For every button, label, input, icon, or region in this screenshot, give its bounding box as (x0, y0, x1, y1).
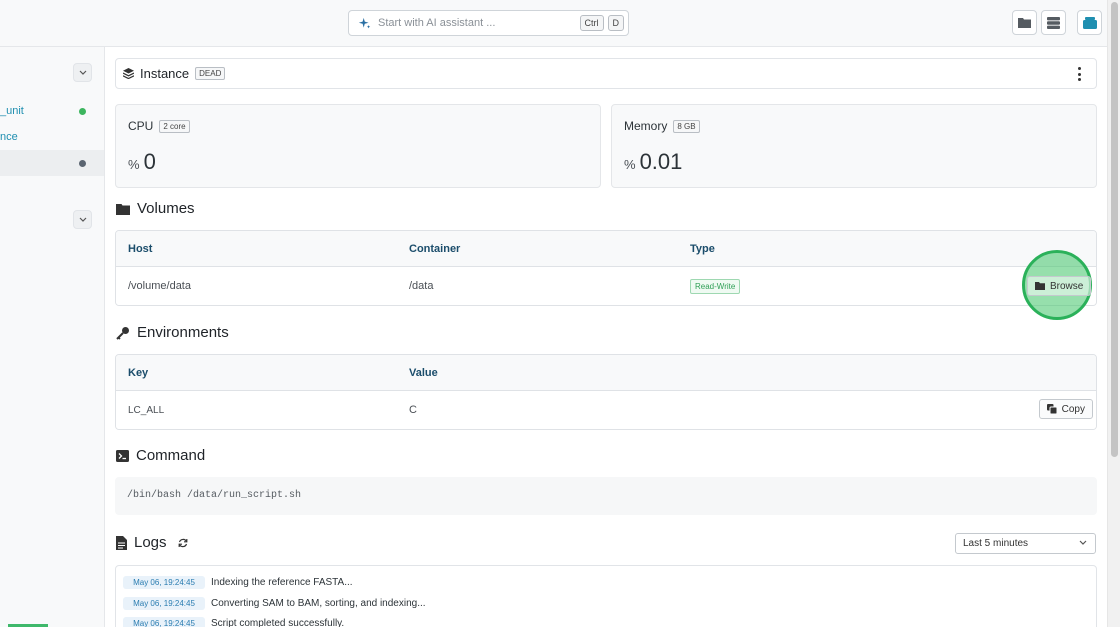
memory-unit: % (624, 157, 636, 172)
env-value: C (409, 404, 417, 416)
scrollbar-thumb[interactable] (1111, 2, 1118, 457)
memory-label: Memory (624, 119, 668, 133)
browse-label: Browse (1050, 280, 1084, 292)
copy-button[interactable]: Copy (1038, 399, 1093, 419)
log-timestamp: May 06, 19:24:45 (123, 576, 205, 589)
shortcut-key-ctrl: Ctrl (579, 15, 604, 31)
logs-title: Logs (134, 534, 167, 551)
volumes-title: Volumes (137, 200, 195, 217)
table-row: /volume/data /data Read-Write (116, 267, 1096, 305)
env-key: LC_ALL (128, 405, 165, 416)
logs-panel: May 06, 19:24:45 Indexing the reference … (115, 565, 1097, 627)
table-row: LC_ALL C Copy (116, 391, 1096, 429)
column-header-key: Key (128, 367, 149, 379)
copy-icon (1046, 404, 1057, 414)
memory-value: 0.01 (639, 149, 683, 174)
sidebar-item-unit[interactable]: _unit (0, 105, 24, 117)
log-entry: May 06, 19:24:45 Converting SAM to BAM, … (123, 597, 426, 610)
page-scrollbar[interactable] (1107, 0, 1120, 627)
refresh-icon[interactable] (178, 538, 188, 548)
terminal-icon (116, 449, 129, 462)
status-dot (79, 160, 86, 167)
storage-button[interactable] (1041, 10, 1066, 35)
layers-icon (123, 68, 134, 79)
column-header-type: Type (690, 243, 715, 255)
file-text-icon (116, 535, 127, 550)
command-section-title: Command (116, 447, 205, 464)
log-timestamp: May 06, 19:24:45 (123, 617, 205, 627)
top-bar: Start with AI assistant ... Ctrl D (0, 0, 1107, 47)
key-icon (116, 326, 129, 340)
instance-status-badge: DEAD (195, 67, 226, 80)
log-range-value: Last 5 minutes (963, 538, 1029, 549)
column-header-host: Host (128, 243, 153, 255)
instance-title: Instance (140, 66, 190, 81)
instance-header: Instance DEAD (115, 58, 1097, 89)
folder-button[interactable] (1012, 10, 1037, 35)
table-header: Host Container Type (116, 231, 1096, 267)
cpu-unit: % (128, 157, 140, 172)
sidebar-item-selected[interactable] (0, 150, 104, 176)
environments-section-title: Environments (116, 324, 229, 341)
table-header: Key Value (116, 355, 1096, 391)
ai-assistant-input[interactable]: Start with AI assistant ... Ctrl D (348, 10, 629, 36)
storage-icon (1047, 16, 1060, 29)
cpu-card: CPU 2 core % 0 (115, 104, 601, 188)
instances-icon (1082, 16, 1097, 29)
cpu-value: 0 (143, 149, 156, 174)
cpu-label: CPU (128, 119, 154, 133)
command-text: /bin/bash /data/run_script.sh (127, 490, 302, 501)
chevron-down-icon (79, 70, 86, 75)
environments-title: Environments (137, 324, 229, 341)
logs-section-title: Logs (116, 534, 188, 551)
log-range-select[interactable]: Last 5 minutes (955, 533, 1096, 554)
column-header-value: Value (409, 367, 438, 379)
copy-label: Copy (1061, 403, 1085, 415)
shortcut-key-d: D (607, 15, 624, 31)
memory-card: Memory 8 GB % 0.01 (611, 104, 1097, 188)
folder-icon (1018, 18, 1031, 28)
log-message: Converting SAM to BAM, sorting, and inde… (211, 598, 426, 609)
folder-open-icon (1035, 282, 1045, 290)
folder-icon (116, 203, 130, 215)
memory-badge: 8 GB (673, 119, 700, 133)
ai-assistant-placeholder: Start with AI assistant ... (378, 17, 496, 29)
log-message: Indexing the reference FASTA... (211, 577, 353, 588)
volume-host: /volume/data (128, 280, 191, 292)
more-options-button[interactable] (1076, 67, 1082, 81)
sidebar: _unit nce (0, 47, 105, 627)
volumes-table: Host Container Type /volume/data /data R… (115, 230, 1097, 306)
volume-type-badge: Read-Write (690, 279, 741, 294)
sidebar-group-toggle[interactable] (73, 210, 92, 229)
log-entry: May 06, 19:24:45 Indexing the reference … (123, 576, 353, 589)
log-message: Script completed successfully. (211, 618, 345, 627)
instances-button[interactable] (1077, 10, 1102, 35)
column-header-container: Container (409, 243, 461, 255)
chevron-down-icon (79, 217, 86, 222)
cpu-badge: 2 core (159, 119, 190, 133)
status-dot (79, 108, 86, 115)
chevron-down-icon (1079, 540, 1087, 545)
environments-table: Key Value LC_ALL C Copy (115, 354, 1097, 430)
volumes-section-title: Volumes (116, 200, 195, 217)
browse-button[interactable]: Browse (1027, 276, 1092, 296)
volume-container: /data (409, 280, 434, 292)
command-title: Command (136, 447, 206, 464)
sparkle-icon (358, 17, 371, 28)
log-entry: May 06, 19:24:45 Script completed succes… (123, 617, 344, 627)
command-block: /bin/bash /data/run_script.sh (115, 477, 1097, 515)
sidebar-item-instance[interactable]: nce (0, 131, 18, 143)
sidebar-collapse-toggle[interactable] (73, 63, 92, 82)
log-timestamp: May 06, 19:24:45 (123, 597, 205, 610)
